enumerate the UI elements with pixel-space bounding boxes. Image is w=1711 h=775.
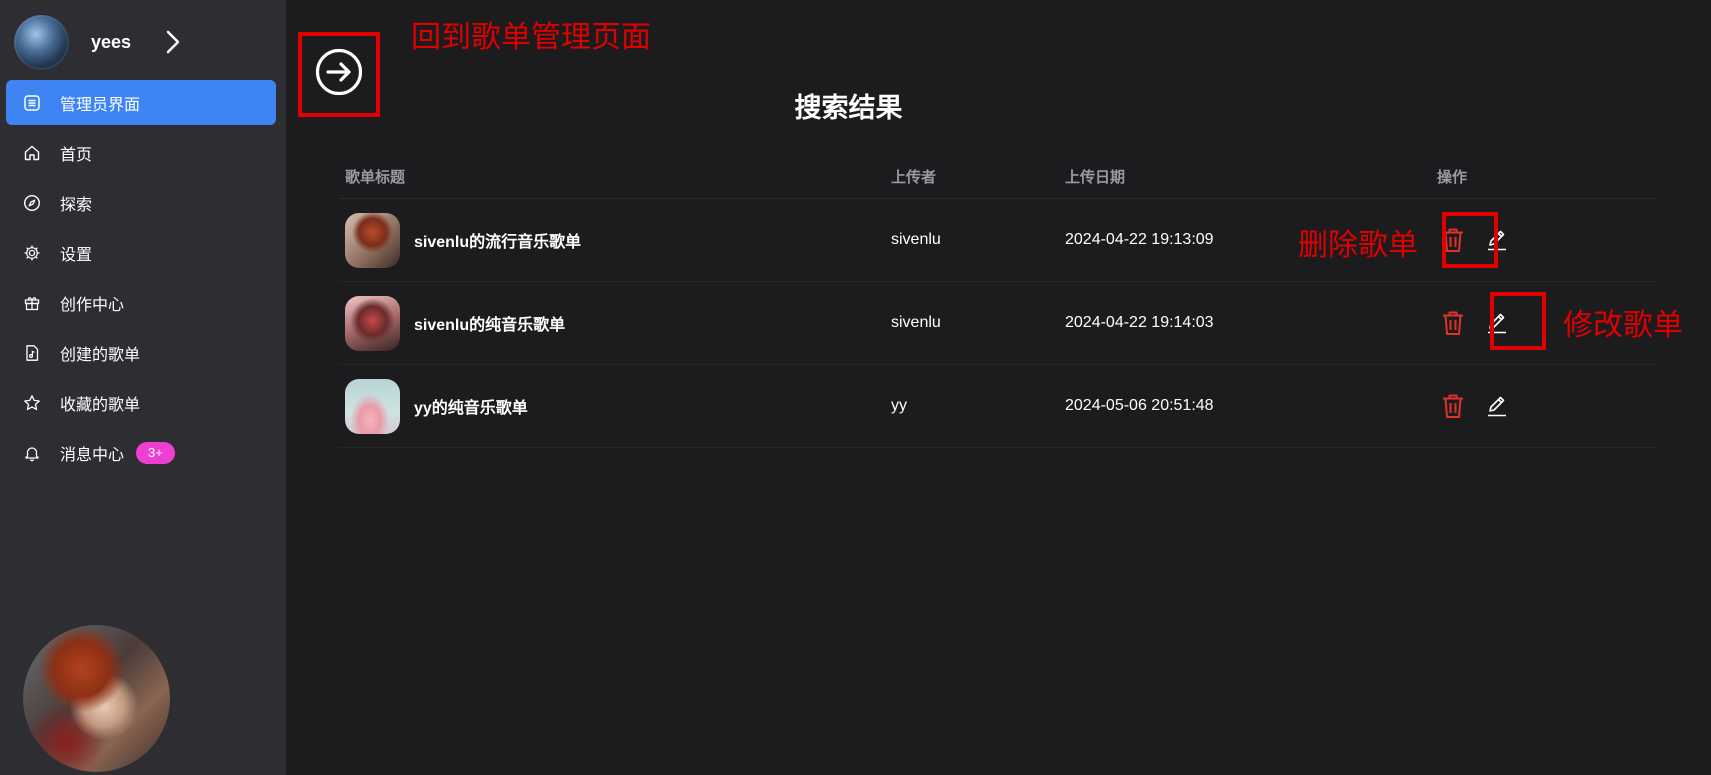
playlist-title[interactable]: yy的纯音乐歌单	[414, 394, 528, 418]
star-icon	[22, 393, 42, 413]
annotation-box-delete	[1442, 212, 1498, 268]
compass-icon	[22, 193, 42, 213]
sidebar-item-label: 收藏的歌单	[60, 396, 141, 414]
uploader: sivenlu	[891, 231, 941, 248]
playlist-cover[interactable]	[345, 378, 400, 434]
row-actions	[1437, 365, 1657, 447]
gift-icon	[22, 293, 42, 313]
page-title: 搜索结果	[794, 93, 903, 123]
playlist-title[interactable]: sivenlu的流行音乐歌单	[414, 228, 581, 252]
upload-date: 2024-05-06 20:51:48	[1065, 397, 1214, 414]
home-icon	[22, 143, 42, 163]
chevron-right-icon[interactable]	[159, 28, 187, 56]
sidebar-item-label: 首页	[60, 146, 93, 164]
sidebar-menu: 管理员界面 首页 探索 设置 创作中心 创建的歌单 收藏的歌单 消息中心 3+	[6, 80, 276, 480]
sidebar-item-settings[interactable]: 设置	[6, 230, 276, 275]
results-table: 歌单标题 上传者 上传日期 操作 sivenlu的流行音乐歌单 sivenlu …	[339, 154, 1657, 448]
uploader: yy	[891, 397, 907, 414]
playlist-cover[interactable]	[345, 295, 400, 351]
column-header-title: 歌单标题	[345, 168, 406, 186]
sidebar-item-created-playlists[interactable]: 创建的歌单	[6, 330, 276, 375]
sidebar-item-messages[interactable]: 消息中心 3+	[6, 430, 276, 475]
gear-icon	[22, 243, 42, 263]
sidebar-item-label: 创作中心	[60, 296, 125, 314]
username: yees	[91, 31, 132, 52]
sidebar-item-favorite-playlists[interactable]: 收藏的歌单	[6, 380, 276, 425]
column-header-actions: 操作	[1437, 168, 1468, 186]
sidebar-item-label: 创建的歌单	[60, 346, 141, 364]
sidebar-item-creator[interactable]: 创作中心	[6, 280, 276, 325]
now-playing-cover[interactable]	[23, 625, 170, 772]
upload-date: 2024-04-22 19:14:03	[1065, 314, 1214, 331]
sidebar-item-home[interactable]: 首页	[6, 130, 276, 175]
playlist-cover[interactable]	[345, 212, 400, 268]
uploader: sivenlu	[891, 314, 941, 331]
pencil-icon[interactable]	[1481, 390, 1513, 422]
music-file-icon	[22, 343, 42, 363]
sidebar-item-label: 消息中心	[60, 446, 125, 464]
sidebar-item-label: 设置	[60, 246, 93, 264]
annotation-edit: 修改歌单	[1563, 309, 1683, 342]
column-header-date: 上传日期	[1065, 168, 1126, 186]
table-header: 歌单标题 上传者 上传日期 操作	[339, 154, 1657, 199]
playlist-title[interactable]: sivenlu的纯音乐歌单	[414, 311, 565, 335]
main-content: 回到歌单管理页面 搜索结果 歌单标题 上传者 上传日期 操作 sivenlu的流…	[286, 0, 1711, 775]
annotation-back: 回到歌单管理页面	[411, 21, 651, 54]
list-icon	[22, 93, 42, 113]
bell-icon	[22, 443, 42, 463]
sidebar-item-label: 管理员界面	[60, 96, 141, 114]
trash-icon[interactable]	[1437, 390, 1469, 422]
user-profile[interactable]: yees	[14, 14, 187, 70]
avatar[interactable]	[14, 14, 69, 70]
column-header-uploader: 上传者	[891, 168, 937, 186]
sidebar-item-explore[interactable]: 探索	[6, 180, 276, 225]
table-row[interactable]: yy的纯音乐歌单 yy 2024-05-06 20:51:48	[339, 365, 1657, 448]
annotation-box-edit	[1490, 292, 1546, 350]
trash-icon[interactable]	[1437, 307, 1469, 339]
table-row[interactable]: sivenlu的纯音乐歌单 sivenlu 2024-04-22 19:14:0…	[339, 282, 1657, 365]
message-count-badge: 3+	[136, 441, 175, 464]
annotation-delete: 删除歌单	[1298, 229, 1418, 262]
sidebar-item-label: 探索	[60, 196, 93, 214]
